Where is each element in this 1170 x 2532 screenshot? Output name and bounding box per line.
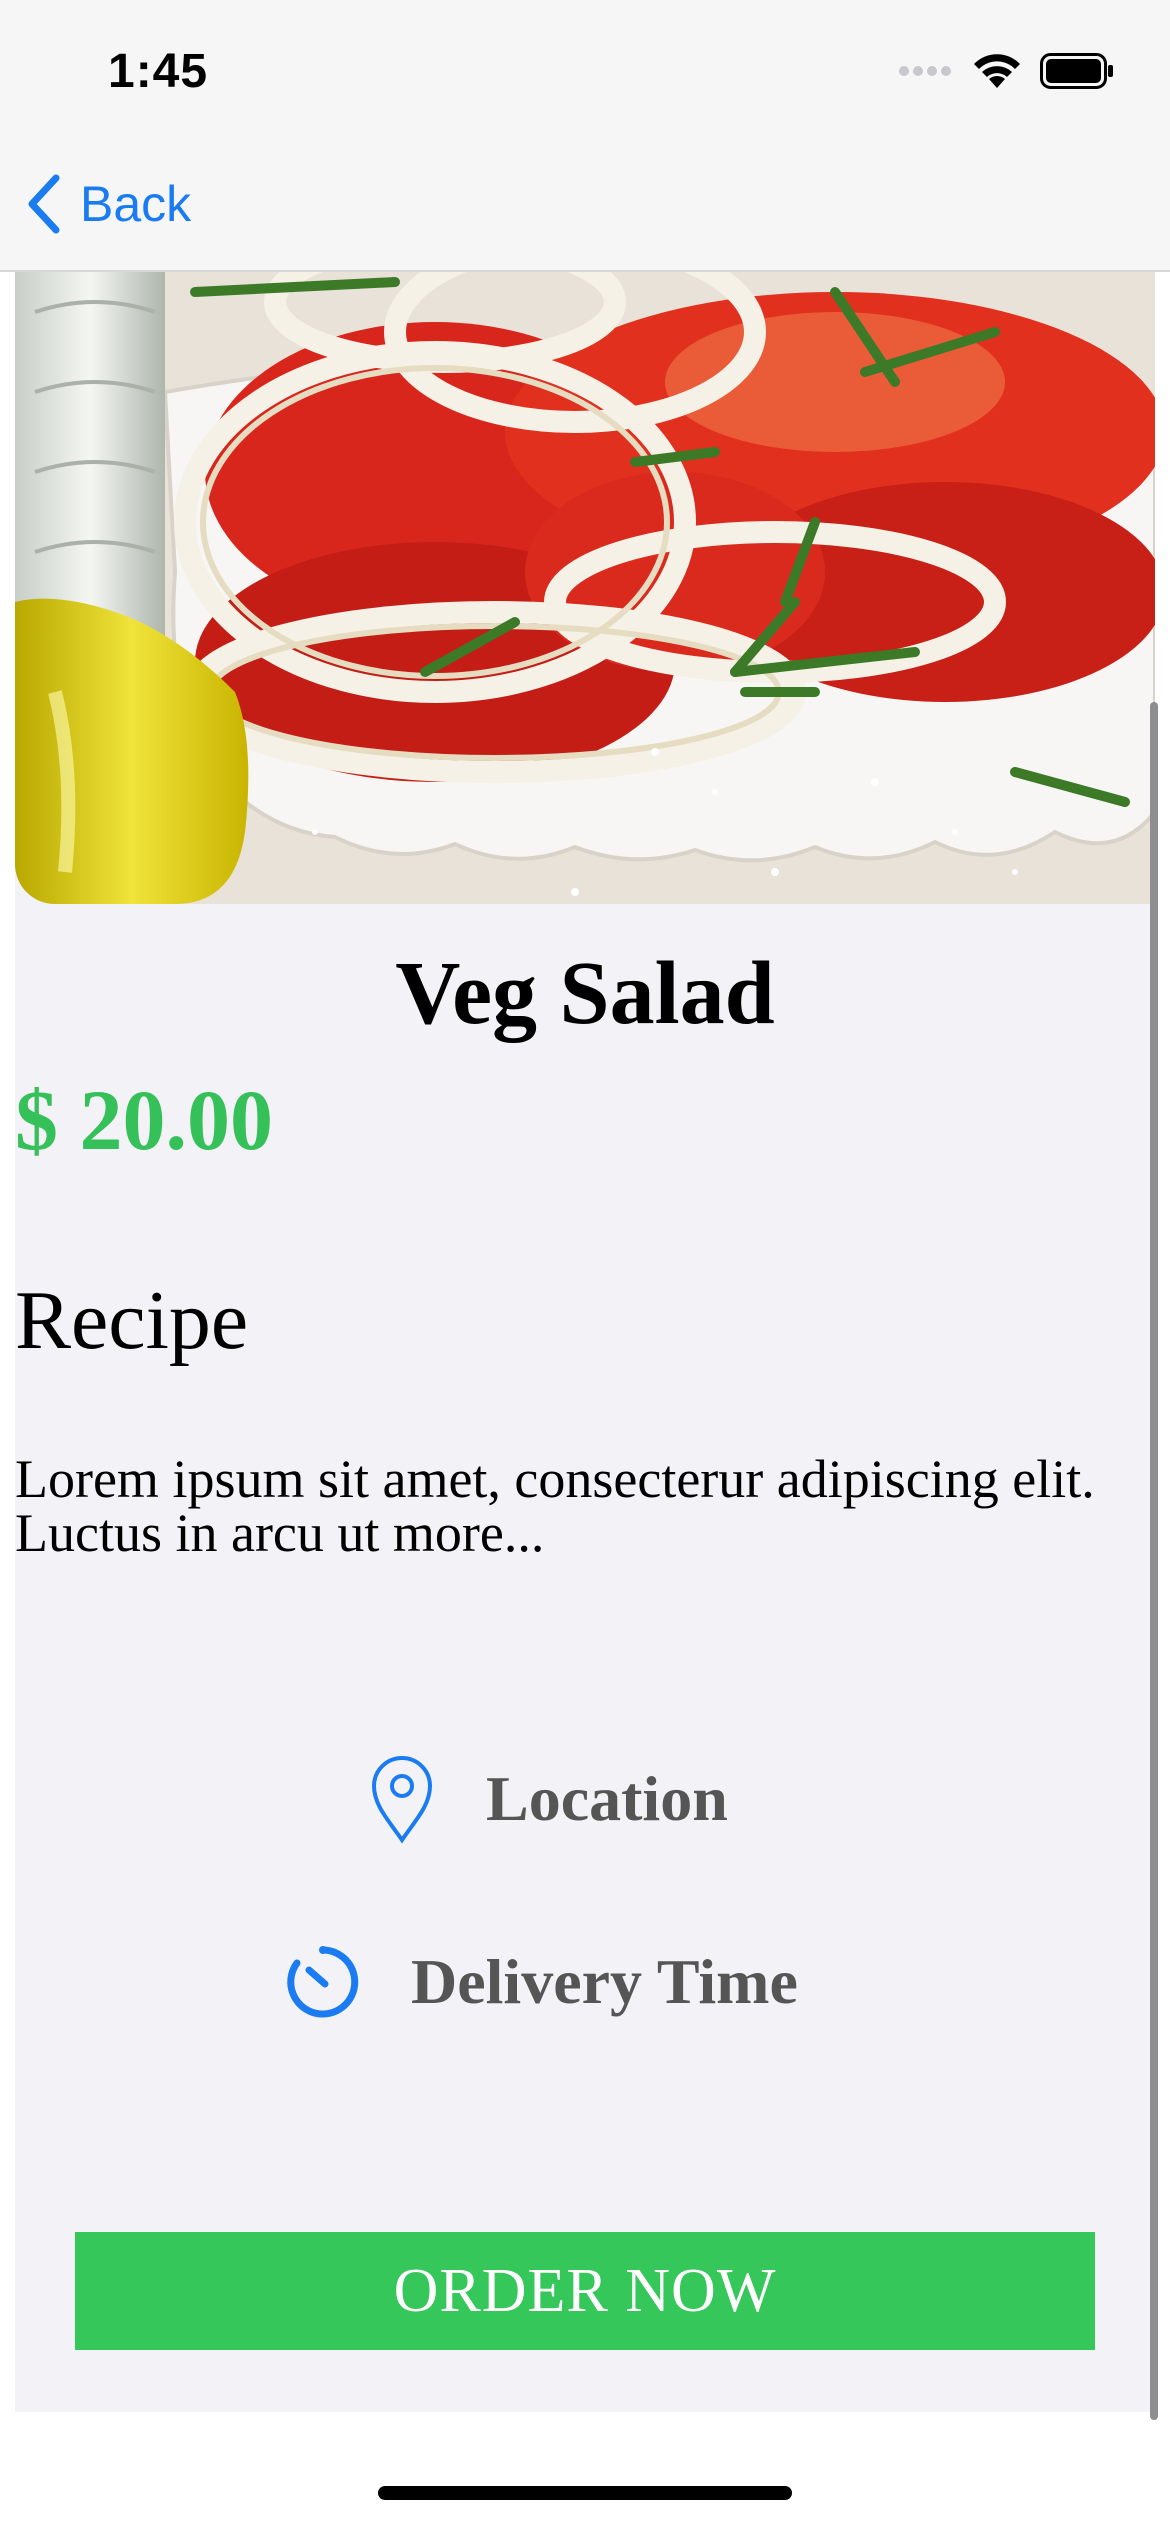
recipe-heading: Recipe (15, 1274, 249, 1367)
scroll-indicator[interactable] (1150, 702, 1158, 2420)
chevron-left-icon (28, 174, 60, 234)
status-bar: 1:45 (0, 0, 1170, 140)
back-label: Back (80, 176, 192, 232)
signal-icon (899, 66, 951, 76)
salad-photo (15, 272, 1155, 904)
dish-price: $ 20.00 (15, 1072, 273, 1168)
content-area[interactable]: Veg Salad $ 20.00 Recipe Lorem ipsum sit… (15, 272, 1155, 2412)
location-label: Location (486, 1763, 728, 1834)
timer-icon (287, 1946, 359, 2018)
location-row[interactable]: Location (370, 1754, 728, 1844)
wifi-icon (974, 54, 1020, 88)
battery-icon (1040, 53, 1113, 89)
delivery-time-label: Delivery Time (411, 1946, 798, 2017)
status-time: 1:45 (108, 45, 209, 98)
delivery-time-row[interactable]: Delivery Time (285, 1944, 798, 2020)
dish-title: Veg Salad (395, 944, 775, 1043)
navigation-bar: Back (0, 140, 1170, 272)
order-now-button[interactable]: ORDER NOW (75, 2232, 1095, 2350)
status-icons (898, 52, 1114, 90)
home-indicator[interactable] (378, 2486, 792, 2500)
recipe-description: Lorem ipsum sit amet, consecterur adipis… (15, 1449, 1095, 1563)
hero-image (15, 272, 1155, 904)
back-button[interactable]: Back (24, 174, 191, 234)
location-pin-icon (371, 1756, 433, 1844)
